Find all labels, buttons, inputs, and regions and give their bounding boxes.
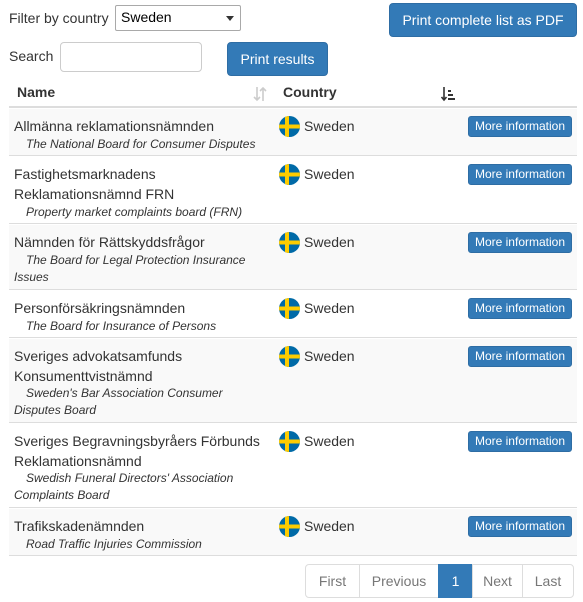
row-country: Sweden [304, 166, 355, 182]
row-subtitle: The National Board for Consumer Disputes [26, 137, 256, 151]
sort-ascending-icon[interactable] [441, 86, 455, 102]
row-subtitle: The Board for Insurance of Persons [26, 319, 217, 333]
more-information-button[interactable]: More information [468, 164, 572, 185]
pagination-page-1[interactable]: 1 [438, 564, 473, 598]
more-information-button[interactable]: More information [468, 116, 572, 137]
column-header-name[interactable]: Name [17, 84, 55, 100]
more-information-button[interactable]: More information [468, 431, 572, 452]
sweden-flag-icon [279, 431, 300, 452]
chevron-down-icon [226, 16, 234, 21]
print-pdf-button[interactable]: Print complete list as PDF [389, 3, 577, 37]
search-input[interactable] [60, 42, 202, 72]
row-subtitle: Swedish Funeral Directors' Association C… [14, 471, 234, 502]
pagination-next[interactable]: Next [472, 564, 523, 598]
row-country: Sweden [304, 518, 355, 534]
row-subtitle: The Board for Legal Protection Insurance… [14, 253, 246, 284]
sweden-flag-icon [279, 116, 300, 137]
print-results-button[interactable]: Print results [227, 42, 328, 76]
row-country: Sweden [304, 118, 355, 134]
country-select-value: Sweden [121, 9, 172, 25]
table-header: Name Country [9, 80, 577, 108]
row-subtitle: Road Traffic Injuries Commission [26, 537, 202, 551]
table-row: Allmänna reklamationsnämnden The National… [9, 109, 577, 156]
pagination-previous[interactable]: Previous [359, 564, 439, 598]
table-row: Nämnden för Rättskyddsfrågor The Board fo… [9, 225, 577, 290]
sweden-flag-icon [279, 232, 300, 253]
table-row: Personförsäkringsnämnden The Board for In… [9, 291, 577, 338]
row-name: Sveriges advokatsamfunds Konsumenttvistn… [14, 348, 183, 384]
table-row: Sveriges Begravningsbyråers Förbunds Rek… [9, 424, 577, 508]
sweden-flag-icon [279, 164, 300, 185]
sweden-flag-icon [279, 298, 300, 319]
pagination: First Previous 1 Next Last [305, 564, 574, 598]
table-row: Fastighetsmarknadens Reklamationsnämnd F… [9, 157, 577, 224]
pagination-last[interactable]: Last [522, 564, 574, 598]
sweden-flag-icon [279, 516, 300, 537]
row-name: Nämnden för Rättskyddsfrågor [14, 234, 205, 250]
row-country: Sweden [304, 348, 355, 364]
table-row: Sveriges advokatsamfunds Konsumenttvistn… [9, 339, 577, 423]
search-label: Search [9, 48, 54, 64]
filter-country-label: Filter by country [9, 10, 109, 26]
row-country: Sweden [304, 433, 355, 449]
row-name: Personförsäkringsnämnden [14, 300, 186, 316]
sort-icon[interactable] [253, 86, 267, 102]
row-country: Sweden [304, 300, 355, 316]
more-information-button[interactable]: More information [468, 516, 572, 537]
row-subtitle: Sweden's Bar Association Consumer Disput… [14, 386, 223, 417]
row-subtitle: Property market complaints board (FRN) [26, 205, 243, 219]
more-information-button[interactable]: More information [468, 232, 572, 253]
row-country: Sweden [304, 234, 355, 250]
pagination-first[interactable]: First [305, 564, 360, 598]
table-row: Trafikskadenämnden Road Traffic Injuries … [9, 509, 577, 556]
row-name: Sveriges Begravningsbyråers Förbunds Rek… [14, 433, 260, 469]
row-name: Allmänna reklamationsnämnden [14, 118, 214, 134]
more-information-button[interactable]: More information [468, 298, 572, 319]
country-select[interactable]: Sweden [115, 5, 241, 31]
more-information-button[interactable]: More information [468, 346, 572, 367]
column-header-country[interactable]: Country [283, 84, 337, 100]
row-name: Trafikskadenämnden [14, 518, 145, 534]
sweden-flag-icon [279, 346, 300, 367]
row-name: Fastighetsmarknadens Reklamationsnämnd F… [14, 166, 175, 202]
